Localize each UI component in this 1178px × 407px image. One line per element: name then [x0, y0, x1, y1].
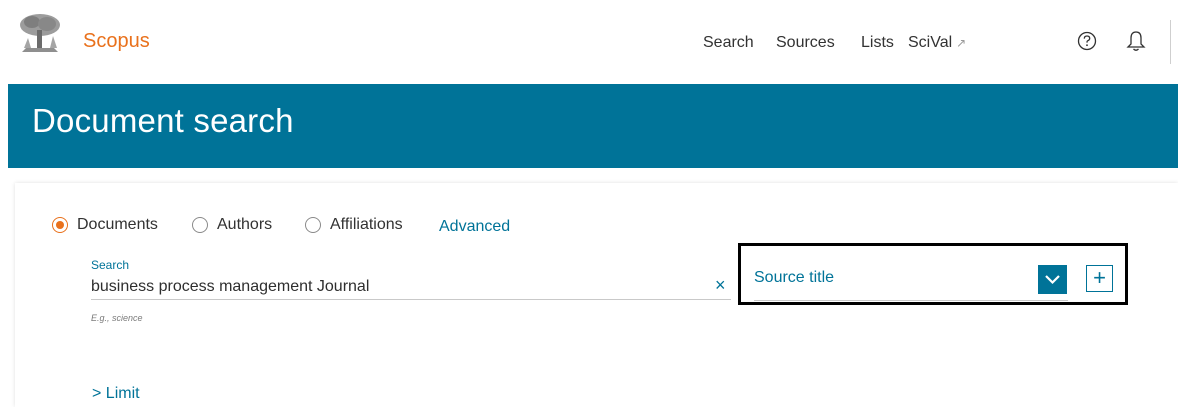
help-icon[interactable] [1077, 31, 1097, 51]
radio-affiliations-label: Affiliations [330, 216, 403, 233]
radio-authors[interactable]: Authors [192, 216, 272, 234]
nav-sources[interactable]: Sources [776, 34, 835, 52]
search-hint: E.g., science [91, 313, 143, 323]
radio-unchecked-icon [305, 217, 321, 233]
chevron-down-icon[interactable] [1038, 265, 1067, 294]
scopus-brand[interactable]: Scopus [83, 30, 150, 53]
external-link-icon: ↗ [956, 36, 967, 50]
radio-affiliations[interactable]: Affiliations [305, 216, 403, 234]
nav-scival[interactable]: SciVal ↗ [908, 34, 966, 52]
search-field-label: Search [91, 258, 130, 272]
search-field-select-value: Source title [754, 269, 835, 286]
search-panel: Documents Authors Affiliations Advanced … [15, 183, 1178, 407]
limit-toggle[interactable]: > Limit [92, 385, 140, 403]
advanced-search-link[interactable]: Advanced [439, 216, 510, 238]
radio-documents-label: Documents [77, 216, 158, 233]
radio-authors-label: Authors [217, 216, 273, 233]
nav-search[interactable]: Search [703, 34, 754, 52]
radio-checked-icon [52, 217, 68, 233]
bell-icon[interactable] [1126, 30, 1146, 52]
search-field-select[interactable]: Source title [754, 266, 1068, 301]
page-title: Document search [32, 102, 294, 139]
nav-lists[interactable]: Lists [861, 34, 894, 52]
nav-scival-label: SciVal [908, 34, 953, 51]
search-input[interactable] [91, 275, 731, 300]
top-bar: Scopus Search Sources Lists SciVal ↗ [0, 0, 1178, 84]
elsevier-logo-icon[interactable] [14, 12, 66, 56]
radio-documents[interactable]: Documents [52, 216, 158, 234]
page-banner: Document search [8, 84, 1178, 168]
add-search-field-button[interactable]: + [1086, 265, 1113, 292]
clear-search-button[interactable]: × [715, 274, 726, 296]
radio-unchecked-icon [192, 217, 208, 233]
nav-divider [1170, 20, 1171, 64]
